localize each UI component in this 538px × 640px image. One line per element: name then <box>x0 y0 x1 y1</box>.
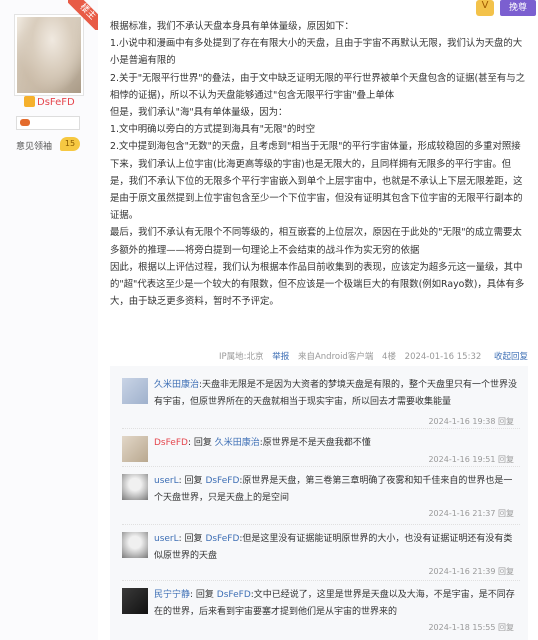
op-badge: 楼主 <box>68 0 98 30</box>
reply-button[interactable]: 回复 <box>498 417 514 426</box>
reply-time: 2024-1-18 15:55 <box>428 623 496 632</box>
reply-body: userL: 回复 DsFeFD:原世界是天盘，第三卷第三章明确了夜雾和知千佳来… <box>154 473 520 507</box>
divider <box>122 580 520 581</box>
gamepad-icon <box>20 119 30 126</box>
post-line: 1.文中明确以旁白的方式提到海具有"无限"的时空 <box>110 124 316 136</box>
reply-button[interactable]: 回复 <box>498 455 514 464</box>
reply-target[interactable]: DsFeFD <box>205 534 239 544</box>
reply-list: 久米田康治:天盘非无限是不是因为大资者的梦境天盘是有限的，整个天盘里只有一个世界… <box>110 366 528 640</box>
vip-icon[interactable]: V <box>476 0 494 16</box>
reply-prefix: : 回复 <box>178 534 203 544</box>
reply-meta: 2024-1-16 21:39 回复 <box>428 566 514 577</box>
reply-avatar[interactable] <box>122 378 148 404</box>
reply-prefix: : 回复 <box>178 476 203 486</box>
reply-target[interactable]: DsFeFD <box>217 590 251 600</box>
post-time: 2024-01-16 15:32 <box>404 352 482 362</box>
post-line: 最后，我们不承认有无限个不同等级的，相互嵌套的上位层次，原因在于此处的"无限"的… <box>110 227 522 256</box>
author-name-text[interactable]: DsFeFD <box>37 97 75 108</box>
reply-meta: 2024-1-18 15:55 回复 <box>428 622 514 633</box>
leader-level-badge: 15 <box>60 137 80 151</box>
reply-meta: 2024-1-16 19:51 回复 <box>428 454 514 465</box>
level-icon <box>24 96 35 107</box>
reply-time: 2024-1-16 21:37 <box>428 509 496 518</box>
divider <box>122 524 520 525</box>
reply-body: userL: 回复 DsFeFD:但是这里没有证据能证明原世界的大小，也没有证据… <box>154 531 520 565</box>
reply-time: 2024-1-16 19:38 <box>428 417 496 426</box>
reply-username[interactable]: DsFeFD <box>154 438 188 448</box>
leader-label: 意见领袖 <box>16 142 53 152</box>
reply-prefix: : 回复 <box>190 590 214 600</box>
fold-replies-link[interactable]: 收起回复 <box>494 352 528 362</box>
reply-button[interactable]: 回复 <box>498 509 514 518</box>
reply-username[interactable]: userL <box>154 476 179 486</box>
reply-target[interactable]: 久米田康治 <box>215 438 260 448</box>
report-link[interactable]: 举报 <box>272 352 289 362</box>
reply-body: 久米田康治:天盘非无限是不是因为大资者的梦境天盘是有限的，整个天盘里只有一个世界… <box>154 377 520 411</box>
reply-username[interactable]: userL <box>154 534 179 544</box>
post-line: 但是，我们承认"海"具有单体量级，因为： <box>110 107 288 119</box>
post-line: 2.文中提到海包含"无数"的天盘，且考虑到"相当于无限"的平行宇宙体量，形成较稳… <box>110 141 523 222</box>
post-line: 因此，根据以上评估过程，我们认为根据本作品目前收集到的表现，应该定为超多元这一量… <box>110 261 525 308</box>
client-source: 来自Android客户端 <box>297 352 374 362</box>
reply-meta: 2024-1-16 19:38 回复 <box>428 416 514 427</box>
reply-avatar[interactable] <box>122 474 148 500</box>
author-panel: 楼主 DsFeFD 意见领袖 15 <box>0 0 98 640</box>
divider <box>122 428 520 429</box>
reply-username[interactable]: 民宁宁静 <box>154 590 190 600</box>
reply-meta: 2024-1-16 21:37 回复 <box>428 508 514 519</box>
reply-username[interactable]: 久米田康治 <box>154 380 199 390</box>
op-ribbon: 楼主 <box>68 0 98 30</box>
reply-body: DsFeFD: 回复 久米田康治:原世界是不是天盘我都不懂 <box>154 435 520 452</box>
floor-number: 4楼 <box>382 352 396 362</box>
post-meta: IP属地:北京 举报 来自Android客户端 4楼 2024-01-16 15… <box>110 350 528 366</box>
reply-text: :天盘非无限是不是因为大资者的梦境天盘是有限的，整个天盘里只有一个世界没有宇宙，… <box>154 380 518 407</box>
post-line: 根据标准，我们不承认天盘本身具有单体量级，原因如下： <box>110 21 354 32</box>
reply-avatar[interactable] <box>122 436 148 462</box>
reply-avatar[interactable] <box>122 588 148 614</box>
reply-text: :原世界是不是天盘我都不懂 <box>259 438 371 448</box>
post-content: 根据标准，我们不承认天盘本身具有单体量级，原因如下： 1.小说中和漫画中有多处提… <box>110 18 525 310</box>
reply-prefix: : 回复 <box>187 438 212 448</box>
game-badge[interactable] <box>16 116 80 130</box>
reply-body: 民宁宁静: 回复 DsFeFD:文中已经说了，这里是世界是天盘以及大海，不是宇宙… <box>154 587 520 621</box>
reply-time: 2024-1-16 21:39 <box>428 567 496 576</box>
post-line: 1.小说中和漫画中有多处提到了存在有限大小的天盘，且由于宇宙不再默认无限，我们认… <box>110 38 523 67</box>
ip-location: IP属地:北京 <box>219 352 264 362</box>
reply-button[interactable]: 回复 <box>498 623 514 632</box>
reply-button[interactable]: 回复 <box>498 567 514 576</box>
post-line: 2.关于"无限平行世界"的叠法，由于文中缺乏证明无限的平行世界被单个天盘包含的证… <box>110 72 525 101</box>
author-name[interactable]: DsFeFD <box>24 96 75 108</box>
reply-target[interactable]: DsFeFD <box>205 476 239 486</box>
reply-avatar[interactable] <box>122 532 148 558</box>
divider <box>122 466 520 467</box>
wan-button[interactable]: 挽尊 <box>500 0 536 16</box>
reply-time: 2024-1-16 19:51 <box>428 455 496 464</box>
